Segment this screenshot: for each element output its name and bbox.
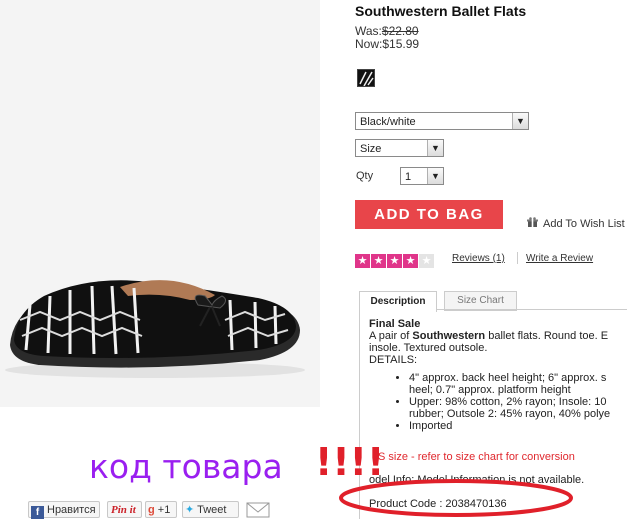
color-swatch[interactable] xyxy=(357,69,375,87)
tweet-label: Tweet xyxy=(197,504,227,516)
product-image xyxy=(0,0,320,407)
details-heading: DETAILS: xyxy=(369,354,418,366)
chevron-down-icon: ▼ xyxy=(427,140,443,156)
details-text: heel; 0.7" approx. platform height xyxy=(409,384,571,396)
now-price: Now:$15.99 xyxy=(355,37,419,51)
pinterest-button[interactable]: Pin it xyxy=(107,501,142,518)
annotation-ellipse xyxy=(339,479,573,517)
size-note: S size - refer to size chart for convers… xyxy=(378,451,575,463)
star-filled-icon: ★ xyxy=(355,254,370,268)
facebook-like-button[interactable]: f Нравится xyxy=(28,501,100,519)
details-text: Upper: 98% cotton, 2% rayon; Insole: 10 xyxy=(409,396,607,408)
details-item: 4" approx. back heel height; 6" approx. … xyxy=(409,372,627,396)
wishlist-label: Add To Wish List xyxy=(543,218,625,230)
gplus-label: +1 xyxy=(157,504,171,516)
ballet-flat-illustration xyxy=(0,0,320,407)
star-empty-icon: ★ xyxy=(419,254,434,268)
tab-divider xyxy=(436,309,627,310)
star-filled-icon: ★ xyxy=(387,254,402,268)
gplus-button[interactable]: g +1 xyxy=(145,501,177,518)
color-select[interactable]: Black/white ▼ xyxy=(355,112,529,130)
star-filled-icon: ★ xyxy=(403,254,418,268)
details-item: Upper: 98% cotton, 2% rayon; Insole: 10r… xyxy=(409,396,627,420)
chevron-down-icon: ▼ xyxy=(512,113,528,129)
description-heading: Final Sale xyxy=(369,318,421,330)
star-filled-icon: ★ xyxy=(371,254,386,268)
product-title: Southwestern Ballet Flats xyxy=(355,3,527,19)
description-line: A pair of Southwestern ballet flats. Rou… xyxy=(369,330,627,342)
mail-icon[interactable] xyxy=(246,501,270,518)
tweet-button[interactable]: ✦ Tweet xyxy=(182,501,239,518)
description-text-bold: Southwestern xyxy=(412,330,486,342)
facebook-label: Нравится xyxy=(47,504,96,516)
reviews-link[interactable]: Reviews (1) xyxy=(452,253,505,264)
was-label: Was: xyxy=(355,24,382,38)
tab-size-chart[interactable]: Size Chart xyxy=(444,291,517,311)
description-text: ballet flats. Round toe. E xyxy=(485,330,609,342)
write-review-link[interactable]: Write a Review xyxy=(526,253,593,264)
qty-select-value: 1 xyxy=(405,171,412,183)
color-select-value: Black/white xyxy=(360,116,416,128)
qty-select[interactable]: 1 ▼ xyxy=(400,167,444,185)
details-text: rubber; Outsole 2: 45% rayon, 40% polye xyxy=(409,408,611,420)
was-value: $22.80 xyxy=(381,24,419,38)
details-list: 4" approx. back heel height; 6" approx. … xyxy=(369,372,627,432)
twitter-icon: ✦ xyxy=(185,504,195,516)
now-label: Now: xyxy=(355,37,383,51)
facebook-icon: f xyxy=(31,506,44,519)
size-select[interactable]: Size ▼ xyxy=(355,139,444,157)
divider xyxy=(517,252,518,264)
details-item: Imported xyxy=(409,420,627,432)
add-to-wishlist-link[interactable]: Add To Wish List xyxy=(527,217,625,230)
chevron-down-icon: ▼ xyxy=(427,168,443,184)
qty-label: Qty xyxy=(356,170,374,182)
swatch-pattern-icon xyxy=(358,70,374,86)
gplus-icon: g xyxy=(148,504,155,516)
was-price: Was:$22.80 xyxy=(355,24,419,38)
description-line: insole. Textured outsole. xyxy=(369,342,488,354)
product-description: Final Sale A pair of Southwestern ballet… xyxy=(369,318,627,432)
details-text: 4" approx. back heel height; 6" approx. … xyxy=(409,372,607,384)
add-to-bag-button[interactable]: ADD TO BAG xyxy=(355,200,503,229)
gift-icon xyxy=(527,217,538,228)
size-select-value: Size xyxy=(360,143,382,155)
now-value: $15.99 xyxy=(382,37,420,51)
rating-stars: ★ ★ ★ ★ ★ xyxy=(355,251,435,268)
tab-description[interactable]: Description xyxy=(359,291,437,312)
description-text: A pair of xyxy=(369,330,413,342)
annotation-text: код товара xyxy=(89,447,283,486)
